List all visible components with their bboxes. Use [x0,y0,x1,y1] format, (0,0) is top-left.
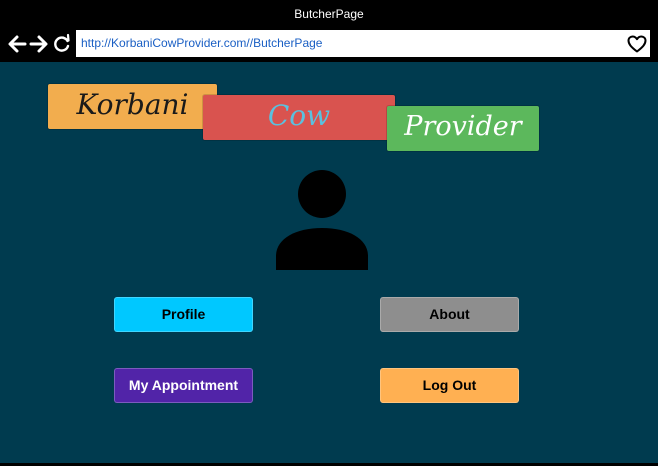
address-bar-url[interactable]: http://KorbaniCowProvider.com//ButcherPa… [81,30,322,57]
address-bar[interactable]: http://KorbaniCowProvider.com//ButcherPa… [76,30,650,57]
browser-window: ButcherPage http://KorbaniCowProvider.co… [0,0,658,466]
arrow-left-icon[interactable] [7,33,27,55]
log-out-button[interactable]: Log Out [380,368,519,403]
reload-icon[interactable] [52,33,72,55]
window-title: ButcherPage [0,0,658,28]
logo-word-provider: Provider [387,106,539,151]
arrow-right-icon[interactable] [29,33,49,55]
heart-icon[interactable] [627,35,647,53]
page-content: Korbani Cow Provider Profile About My Ap… [0,62,658,463]
logo-word-cow: Cow [203,95,395,140]
about-button[interactable]: About [380,297,519,332]
logo-word-korbani: Korbani [48,84,217,129]
profile-button[interactable]: Profile [114,297,253,332]
my-appointment-button[interactable]: My Appointment [114,368,253,403]
browser-toolbar: http://KorbaniCowProvider.com//ButcherPa… [0,28,658,61]
user-icon [275,169,369,271]
